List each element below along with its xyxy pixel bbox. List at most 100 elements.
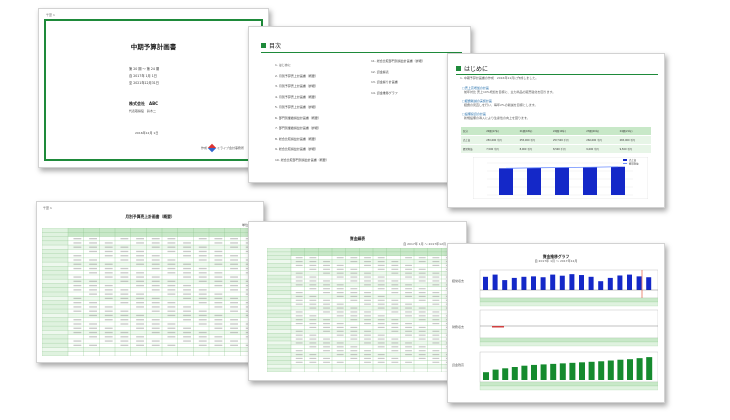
graph-bar (607, 277, 613, 290)
cell-figure (309, 342, 317, 344)
cell-figure (350, 295, 358, 298)
cell-figure (309, 295, 317, 298)
cell-figure (336, 272, 344, 274)
period-line: 第 20 期 ～ 第 24 期 (129, 67, 160, 71)
cell-figure (377, 288, 385, 290)
cell-figure (151, 302, 160, 304)
cell-figure (230, 344, 238, 346)
cell-figure (418, 353, 426, 356)
cell-figure (350, 346, 358, 348)
cell-figure (295, 303, 303, 305)
cell-figure (151, 263, 160, 265)
cell-figure (151, 284, 160, 287)
cell-figure (432, 315, 440, 317)
chart-bar (611, 166, 625, 195)
cell-figure (214, 323, 223, 325)
logo-text: ミライブ会計事務所 (217, 146, 245, 150)
cell-figure (432, 295, 440, 298)
cell-figure (230, 323, 238, 325)
cell-figure (167, 250, 176, 253)
cell-figure (151, 319, 160, 321)
cell-figure (89, 259, 97, 261)
cell-figure (73, 280, 82, 282)
cell-figure (418, 315, 426, 317)
cell-figure (183, 272, 191, 274)
cell-figure (104, 267, 113, 270)
cell-figure (364, 257, 371, 259)
cell-figure (309, 357, 317, 360)
cell-figure (350, 338, 358, 340)
cell-figure (73, 284, 82, 287)
cell-figure (151, 276, 160, 278)
intro-page-thumbnail[interactable]: はじめに 1. 中期予算計画書の作成 2016年11月に作成しました。 □売上高… (447, 53, 665, 208)
cell-figure (230, 306, 238, 308)
cell-figure (391, 299, 399, 301)
stripe-row (267, 364, 455, 369)
cell-figure (323, 280, 330, 282)
cell-figure (73, 246, 82, 248)
cell-figure (120, 272, 129, 274)
graph-bar (646, 357, 653, 380)
cell-figure (295, 295, 303, 298)
cell-figure (391, 311, 399, 313)
graph-bar (579, 362, 585, 380)
cell-figure (104, 276, 113, 278)
cell-figure (198, 293, 207, 295)
funds-graph (479, 269, 658, 391)
table-cell: 255,000 千円 (517, 135, 551, 145)
cashflow-page-thumbnail[interactable]: 資金繰表 自 2017年 1月 ～ 2017年12月 (248, 221, 467, 381)
cell-figure (323, 291, 330, 294)
table-header-cell: 21期(18年) (517, 127, 551, 136)
sales-table-page-thumbnail[interactable]: 千葉 1 月別予算売上計画書（概要） 単位:千円 (36, 201, 264, 363)
table-cell: 売上高 (461, 135, 485, 145)
cell-figure (391, 342, 399, 344)
cell-figure (183, 314, 191, 317)
cell-figure (230, 255, 238, 257)
cell-figure (323, 303, 330, 305)
cell-figure (73, 276, 82, 278)
graph-bar (598, 361, 605, 380)
cover-page-thumbnail[interactable]: 千葉 1 中期予算計画書 第 20 期 ～ 第 24 期 自 2017年 1月 … (38, 8, 269, 168)
cell-figure (167, 327, 176, 329)
cell-figure (151, 310, 160, 312)
cell-figure (377, 353, 385, 356)
cell-figure (323, 264, 330, 267)
cell-figure (309, 260, 317, 263)
cell-figure (104, 242, 113, 244)
cell-figure (391, 284, 399, 286)
cell-figure (73, 302, 82, 304)
cell-figure (89, 336, 97, 338)
cover-corner-label: 千葉 1 (46, 13, 55, 17)
cell-figure (418, 272, 426, 274)
graph-bar (483, 372, 489, 380)
cell-figure (350, 288, 358, 290)
table-cell: 経常利益 (461, 144, 485, 154)
graph-page-thumbnail[interactable]: 資金推移グラフ 自 2017年 1月 ～ 2017年12月 経常収支 財務収支 … (447, 243, 665, 403)
cell-figure (295, 311, 303, 313)
cell-figure (183, 297, 191, 300)
graph-bar (511, 277, 517, 290)
cell-figure (323, 322, 330, 325)
cell-figure (89, 242, 97, 244)
cell-figure (336, 315, 344, 317)
cell-figure (418, 268, 426, 270)
cell-figure (309, 264, 317, 267)
cell-figure (432, 284, 440, 286)
cell-figure (183, 289, 191, 291)
cell-figure (136, 327, 144, 329)
cell-figure (295, 357, 303, 360)
cell-figure (167, 331, 176, 334)
table-strip (479, 337, 658, 343)
cell-figure (323, 357, 330, 360)
cell-figure (104, 314, 113, 317)
table-header-cell: 24期(21年) (617, 127, 651, 136)
cell-figure (377, 276, 385, 278)
cell-figure (405, 342, 412, 344)
cell-figure (136, 263, 144, 265)
cell-figure (309, 353, 317, 356)
table-cell: 257,500 千円 (550, 135, 585, 145)
cell-figure (151, 344, 160, 346)
cell-figure (405, 268, 412, 270)
toc-page-thumbnail[interactable]: 目次 1. はじめに 2. 月別予算売上計画書（概要） 3. 月別予算売上計画書… (248, 26, 471, 183)
table-header-row: 区分 20期(17年) 21期(18年) 22期(19年) 23期(20年) 2… (461, 127, 651, 136)
